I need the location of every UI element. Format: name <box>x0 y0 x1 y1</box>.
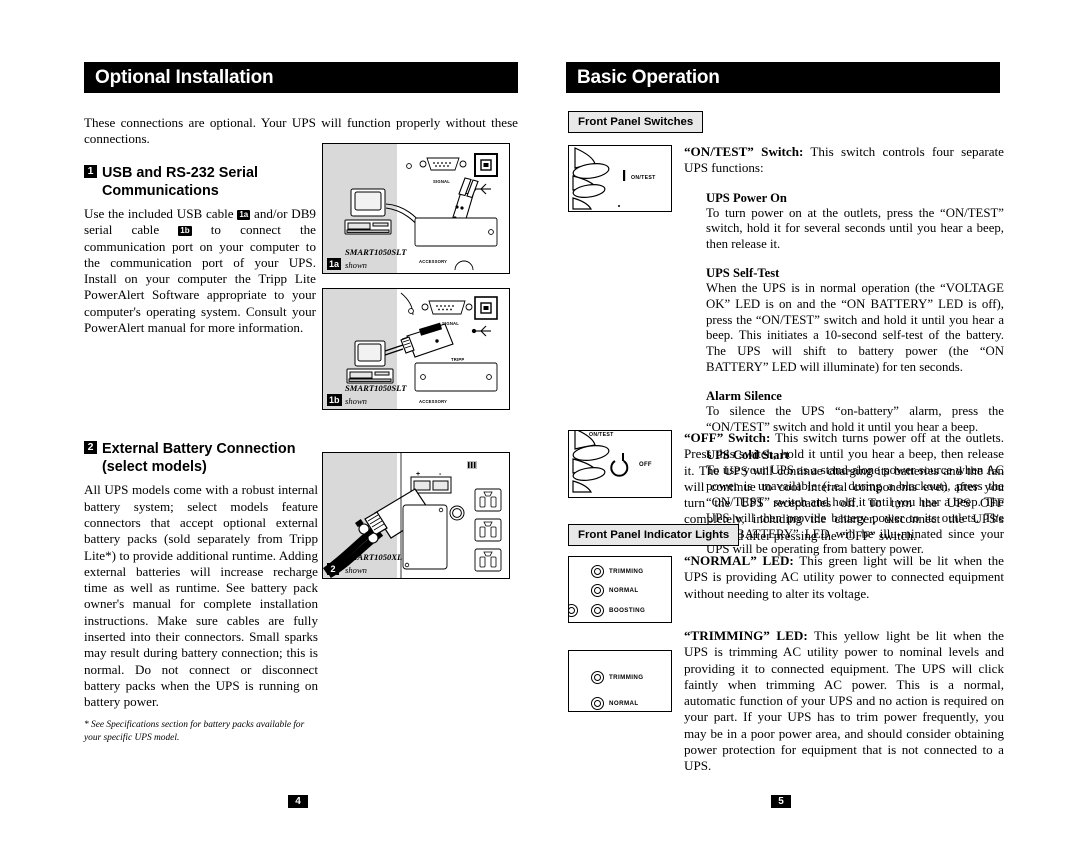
ups-power-on-title: UPS Power On <box>706 190 787 205</box>
figure-1a-shown: shown <box>345 260 367 271</box>
banner-title: Optional Installation <box>95 66 274 88</box>
subheader-front-panel-switches-wrap: Front Panel Switches <box>568 111 704 133</box>
subheader-front-panel-switches: Front Panel Switches <box>568 111 704 133</box>
led-normal-label: NORMAL <box>609 587 639 594</box>
right-page-column: Basic Operation <box>566 62 1000 93</box>
section-1-title-line1: USB and RS-232 Serial <box>102 164 258 181</box>
off-panel-artwork <box>572 431 629 493</box>
figure-1b-signal-label: SIGNAL <box>442 321 460 326</box>
figure-1b-shown: shown <box>345 396 367 407</box>
figure-2-external-battery-connection: + - 2 SMART1050XL shown <box>322 452 510 579</box>
on-test-lead: “ON/TEST” Switch: This switch controls f… <box>684 144 1004 177</box>
section-1-number: 1 <box>84 164 97 178</box>
led-row-trimming-2: TRIMMING <box>591 671 643 684</box>
figure-2-shown: shown <box>345 565 367 576</box>
ups-power-on-body: To turn power on at the outlets, press t… <box>706 205 1004 252</box>
led-normal-label-2: NORMAL <box>609 700 639 707</box>
section-1-body-pre: Use the included USB cable <box>84 205 234 221</box>
led-trimming-label: TRIMMING <box>609 568 644 575</box>
trimming-led-description: “TRIMMING” LED: This yellow light be lit… <box>684 628 1004 775</box>
section-2-footnote: * See Specifications section for battery… <box>84 720 305 743</box>
figure-2-polarity-plus: + <box>416 471 421 478</box>
figure-1b-model: SMART1050SLT <box>345 383 407 394</box>
figure-1b-serial-connection: SIGNAL TRIPP ACCESSORY 1b SMART1050SLT s… <box>322 288 510 410</box>
led-row-normal-2: NORMAL <box>591 697 639 710</box>
led-row-trimming: TRIMMING <box>591 565 643 578</box>
section-1-body-post: to connect the communication port on you… <box>84 222 316 336</box>
page-number-right: 5 <box>771 795 791 808</box>
indicator-panel-trimming: TRIMMING NORMAL <box>568 650 672 712</box>
section-1-body: Use the included USB cable 1a and/or DB9… <box>84 206 316 336</box>
page-number-left: 4 <box>288 795 308 808</box>
sub-item-alarm-silence: Alarm Silence To silence the UPS “on-bat… <box>684 389 1004 436</box>
ups-self-test-body: When the UPS is in normal operation (the… <box>706 280 1004 374</box>
off-switch-lead-bold: “OFF” Switch: <box>684 430 771 445</box>
sub-item-ups-power-on: UPS Power On To turn power on at the out… <box>684 191 1004 253</box>
figure-1b-caption: SMART1050SLT shown <box>345 383 445 407</box>
section-banner-basic-operation: Basic Operation <box>566 62 1000 93</box>
figure-1a-signal-label: SIGNAL <box>433 179 451 184</box>
inline-tag-1b: 1b <box>178 226 192 237</box>
led-row-boosting: BOOSTING <box>591 604 645 617</box>
on-test-switch-panel: ON/TEST <box>568 145 672 212</box>
led-row-normal: NORMAL <box>591 584 639 597</box>
on-test-lead-bold: “ON/TEST” Switch: <box>684 144 804 159</box>
figure-1a-usb-connection: SIGNAL ACCESSORY 1a SMART1050SLT shown <box>322 143 510 274</box>
section-banner-optional-installation: Optional Installation <box>84 62 518 93</box>
banner-title-right: Basic Operation <box>577 66 720 88</box>
figure-1a-model: SMART1050SLT <box>345 247 407 258</box>
figure-1b-tripp-label: TRIPP <box>451 357 465 362</box>
subheader-front-panel-indicator-lights: Front Panel Indicator Lights <box>568 524 740 546</box>
indicator-panel-normal: TRIMMING NORMAL BOOSTING <box>568 556 672 623</box>
off-switch-panel: ON/TEST OFF <box>568 430 672 498</box>
trimming-led-lead-rest: This yellow light be lit when the UPS is… <box>684 628 1004 774</box>
led-trimming-icon <box>591 565 604 578</box>
led-boosting-icon <box>591 604 604 617</box>
on-test-switch-label: ON/TEST <box>631 175 656 181</box>
figure-2-number-badge: 2 <box>327 563 339 575</box>
figure-2-caption: SMART1050XL shown <box>345 552 445 576</box>
subheader-front-panel-indicators-wrap: Front Panel Indicator Lights <box>568 524 740 546</box>
trimming-led-lead-bold: “TRIMMING” LED: <box>684 628 808 643</box>
ups-self-test-title: UPS Self-Test <box>706 265 780 280</box>
manual-page-spread: Optional Installation These connections … <box>0 0 1080 855</box>
normal-led-lead-bold: “NORMAL” LED: <box>684 553 794 568</box>
led-boosting-label: BOOSTING <box>609 607 646 614</box>
figure-1b-number-badge: 1b <box>327 394 342 406</box>
led-normal-icon <box>591 584 604 597</box>
figure-1a-number-badge: 1a <box>327 258 342 270</box>
off-panel-top-label: ON/TEST <box>589 432 614 438</box>
normal-led-description: “NORMAL” LED: This green light will be l… <box>684 553 1004 602</box>
alarm-silence-title: Alarm Silence <box>706 388 782 403</box>
inline-tag-1a: 1a <box>237 209 251 220</box>
led-partial-icon <box>569 604 578 617</box>
section-2-title-line1: External Battery Connection <box>102 441 296 458</box>
section-2-body: All UPS models come with a robust intern… <box>84 482 318 710</box>
led-trimming-icon-2 <box>591 671 604 684</box>
figure-1a-caption: SMART1050SLT shown <box>345 247 445 271</box>
sub-item-ups-self-test: UPS Self-Test When the UPS is in normal … <box>684 266 1004 376</box>
led-trimming-label-2: TRIMMING <box>609 674 644 681</box>
section-2-number: 2 <box>84 441 97 455</box>
led-normal-icon-2 <box>591 697 604 710</box>
off-switch-label: OFF <box>639 462 652 468</box>
figure-2-model: SMART1050XL <box>345 552 403 563</box>
figure-2-polarity-minus: - <box>439 471 442 478</box>
